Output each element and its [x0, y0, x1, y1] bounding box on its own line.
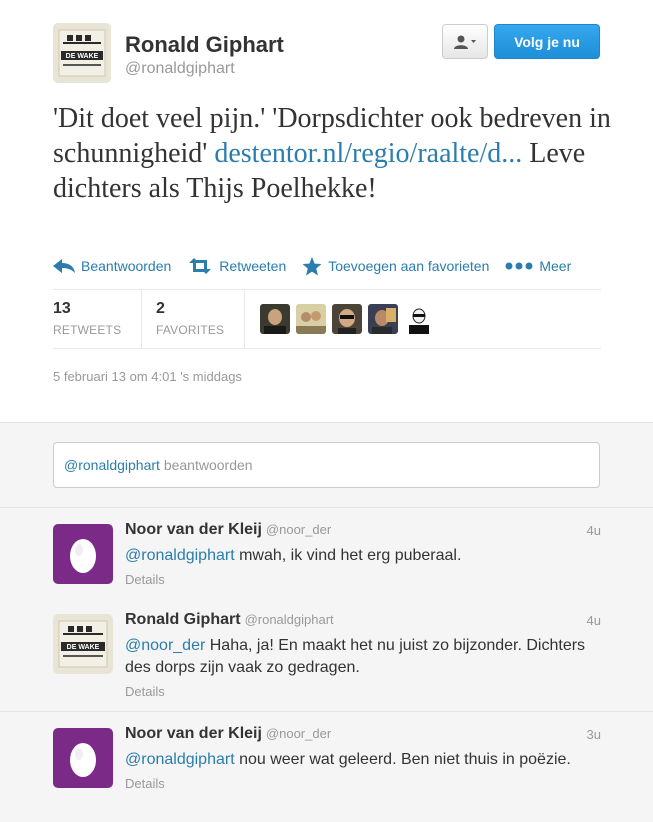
avatar[interactable]: DE WAKE [53, 23, 111, 83]
user-dropdown-icon [454, 35, 476, 49]
stat-separator [244, 290, 245, 348]
reply-mention-link[interactable]: @noor_der [125, 637, 205, 654]
de-wake-logo-icon: DE WAKE [53, 614, 113, 674]
avatar[interactable]: DE WAKE [53, 614, 113, 674]
tweet-actions: Beantwoorden Retweeten Toevoegen aan fav… [53, 255, 587, 277]
reply-author-handle: @noor_der [265, 522, 332, 537]
author-handle[interactable]: @ronaldgiphart [125, 60, 235, 78]
user-actions-button[interactable] [442, 24, 488, 59]
reply-mention-link[interactable]: @ronaldgiphart [125, 547, 235, 564]
reply-mention: @ronaldgiphart [64, 457, 160, 473]
egg-avatar-icon [53, 524, 113, 584]
reply-author-name: Ronald Giphart [125, 611, 241, 628]
user-photo-icon [296, 304, 326, 334]
retweet-action[interactable]: Retweeten [187, 258, 286, 274]
divider [53, 348, 601, 349]
user-photo-icon [368, 304, 398, 334]
retweets-stat[interactable]: 13 RETWEETS [53, 300, 121, 337]
user-photo-icon [260, 304, 290, 334]
tweet-detail: DE WAKE Ronald Giphart @ronaldgiphart Vo… [0, 0, 653, 422]
reply-input[interactable]: @ronaldgiphart beantwoorden [53, 442, 600, 488]
reply-body: mwah, ik vind het erg puberaal. [234, 547, 462, 564]
reply-action[interactable]: Beantwoorden [53, 258, 171, 274]
reply-box-area: @ronaldgiphart beantwoorden [0, 422, 653, 508]
more-label: Meer [539, 258, 572, 274]
retweeter-avatars [260, 304, 440, 334]
retweet-label: Retweeten [219, 258, 287, 274]
avatar[interactable] [404, 304, 434, 334]
reply-mention-link[interactable]: @ronaldgiphart [125, 751, 235, 768]
more-dots-icon [505, 262, 533, 270]
tweet-text: 'Dit doet veel pijn.' 'Dorpsdichter ook … [53, 101, 613, 206]
favorites-stat[interactable]: 2 FAVORITES [156, 300, 224, 337]
reply-time[interactable]: 4u [587, 613, 601, 628]
reply-author[interactable]: Noor van der Kleij @noor_der [125, 725, 331, 743]
user-photo-icon [332, 304, 362, 334]
reply-placeholder: beantwoorden [159, 457, 253, 473]
avatar[interactable] [260, 304, 290, 334]
star-icon [302, 256, 322, 275]
retweets-count: 13 [53, 300, 71, 317]
favorites-label: FAVORITES [156, 323, 225, 337]
reply-tweet[interactable]: DE WAKE Ronald Giphart @ronaldgiphart 4u … [0, 598, 653, 712]
author-name[interactable]: Ronald Giphart [125, 32, 284, 58]
reply-author[interactable]: Noor van der Kleij @noor_der [125, 521, 331, 539]
divider [53, 289, 601, 290]
tweet-timestamp[interactable]: 5 februari 13 om 4:01 's middags [53, 369, 242, 384]
favorite-label: Toevoegen aan favorieten [328, 258, 490, 274]
reply-author-handle: @noor_der [265, 726, 332, 741]
avatar-logo-text: DE WAKE [66, 53, 99, 60]
reply-author[interactable]: Ronald Giphart @ronaldgiphart [125, 611, 334, 629]
avatar[interactable] [296, 304, 326, 334]
retweet-icon [189, 258, 212, 274]
reply-icon [53, 259, 75, 273]
avatar[interactable] [53, 728, 113, 788]
avatar[interactable] [53, 524, 113, 584]
user-photo-icon [404, 304, 434, 334]
reply-body: nou weer wat geleerd. Ben niet thuis in … [234, 751, 571, 768]
favorites-count: 2 [156, 300, 165, 317]
reply-details-link[interactable]: Details [125, 569, 595, 591]
reply-tweet[interactable]: Noor van der Kleij @noor_der 3u @ronaldgi… [0, 712, 653, 822]
reply-details-link[interactable]: Details [125, 681, 595, 703]
egg-avatar-icon [53, 728, 113, 788]
reply-author-handle: @ronaldgiphart [244, 612, 334, 627]
reply-text: @ronaldgiphart mwah, ik vind het erg pub… [125, 545, 595, 591]
reply-time[interactable]: 3u [587, 727, 601, 742]
favorite-action[interactable]: Toevoegen aan favorieten [302, 256, 490, 276]
tweet-link[interactable]: destentor.nl/regio/raalte/d... [214, 138, 522, 169]
reply-label: Beantwoorden [81, 258, 172, 274]
reply-author-name: Noor van der Kleij [125, 725, 262, 742]
reply-text: @ronaldgiphart nou weer wat geleerd. Ben… [125, 749, 595, 795]
reply-text: @noor_der Haha, ja! En maakt het nu juis… [125, 635, 595, 703]
stat-separator [141, 290, 142, 348]
more-action[interactable]: Meer [505, 258, 571, 274]
avatar[interactable] [368, 304, 398, 334]
de-wake-logo-icon: DE WAKE [53, 23, 111, 83]
reply-details-link[interactable]: Details [125, 773, 595, 795]
follow-button[interactable]: Volg je nu [494, 24, 600, 59]
reply-author-name: Noor van der Kleij [125, 521, 262, 538]
reply-time[interactable]: 4u [587, 523, 601, 538]
avatar[interactable] [332, 304, 362, 334]
avatar-logo-text: DE WAKE [67, 644, 100, 651]
retweets-label: RETWEETS [53, 323, 122, 337]
